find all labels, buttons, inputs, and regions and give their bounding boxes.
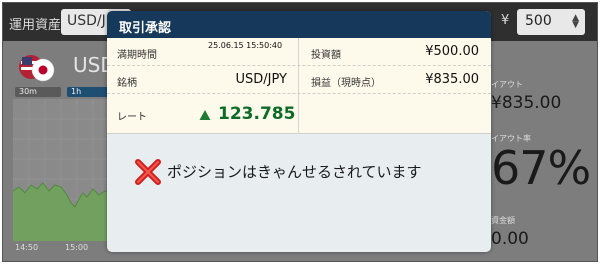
investment-value: ¥500.00 — [425, 44, 479, 59]
trade-details: 満期時間 25.06.15 15:50:40 投資額 ¥500.00 銘柄 US… — [107, 38, 491, 134]
asset-label: 運用資産 — [9, 18, 62, 33]
rate-value: 123.785 — [218, 104, 296, 124]
price-chart — [12, 99, 110, 241]
payout-label: イアウト — [491, 80, 523, 89]
dialog-title: 取引承認 — [107, 11, 491, 38]
price-area — [13, 183, 109, 241]
profit-label: 損益（現時点） — [311, 78, 381, 89]
time-tick: 14:50 — [15, 243, 39, 252]
message-text: ポジションはきゃんせるされています — [167, 163, 422, 181]
up-triangle-icon — [199, 106, 211, 120]
payout-rate-value: 67% — [491, 141, 591, 195]
time-tick: 15:00 — [65, 243, 89, 252]
currency-symbol: ¥ — [501, 13, 510, 28]
trade-confirmation-dialog: 取引承認 満期時間 25.06.15 15:50:40 投資額 ¥500.00 … — [107, 11, 491, 252]
status-message: ポジションはきゃんせるされています — [133, 157, 473, 187]
timeframe-tabs: 30m 1h — [15, 87, 115, 97]
amount-select[interactable]: 500 ▲ ▼ — [517, 9, 585, 35]
details-row: 満期時間 25.06.15 15:50:40 投資額 ¥500.00 — [107, 38, 491, 66]
symbol-value: USD/JPY — [235, 72, 288, 87]
symbol-label: 銘柄 — [117, 78, 137, 89]
expiry-label: 満期時間 — [117, 50, 157, 61]
amount-select-value: 500 — [525, 13, 552, 29]
payout-value: ¥835.00 — [491, 93, 562, 113]
select-arrows-icon: ▲ ▼ — [572, 13, 579, 30]
us-japan-flag-icon — [17, 53, 57, 83]
investment-label: 投資額 — [311, 50, 341, 61]
profit-value: ¥835.00 — [425, 72, 479, 87]
rate-label: レート — [117, 112, 147, 123]
tab-30m[interactable]: 30m — [15, 87, 61, 97]
amount-value: 0.00 — [491, 229, 529, 249]
details-row: 銘柄 USD/JPY 損益（現時点） ¥835.00 — [107, 66, 491, 94]
red-x-icon — [133, 157, 163, 187]
payout-panel: イアウト ¥835.00 イアウト率 67% 資金額 0.00 — [491, 43, 597, 261]
amount-label: 資金額 — [491, 216, 515, 225]
expiry-value: 25.06.15 15:50:40 — [208, 41, 283, 50]
